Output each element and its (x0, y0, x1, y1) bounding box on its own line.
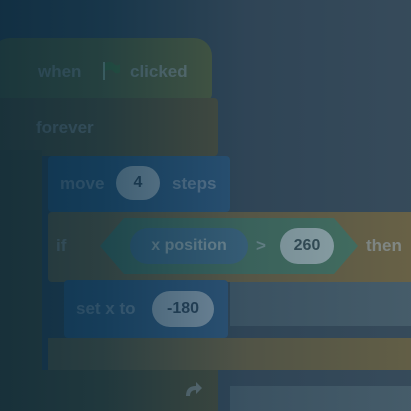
greater-than-operator[interactable]: x position > 260 (100, 218, 358, 274)
condition-value-input[interactable]: 260 (280, 228, 334, 264)
loop-arrow-icon (182, 380, 204, 407)
if-block-bottom (48, 338, 411, 370)
move-steps-block[interactable]: move 4 steps (48, 156, 230, 212)
move-steps-input[interactable]: 4 (116, 166, 160, 200)
background-panel-strip (230, 282, 411, 326)
if-label: if (56, 236, 67, 255)
move-prefix-label: move (60, 174, 105, 193)
green-flag-icon (100, 60, 122, 87)
forever-label: forever (36, 118, 94, 137)
set-x-value-input[interactable]: -180 (152, 291, 214, 327)
set-x-label: set x to (76, 299, 136, 318)
hat-suffix-label: clicked (130, 62, 188, 81)
then-label: then (366, 236, 402, 255)
code-area[interactable]: when clicked forever move 4 steps if the… (0, 0, 411, 411)
greater-than-symbol: > (256, 236, 266, 255)
forever-block[interactable]: forever (0, 98, 218, 156)
move-suffix-label: steps (172, 174, 217, 193)
forever-block-bottom (0, 370, 218, 411)
set-x-block[interactable]: set x to -180 (64, 280, 228, 338)
background-panel-strip (230, 386, 411, 411)
hat-prefix-label: when (38, 62, 82, 81)
forever-arm (0, 150, 42, 390)
when-flag-clicked-block[interactable]: when clicked (0, 38, 212, 100)
x-position-reporter[interactable]: x position (130, 228, 248, 264)
